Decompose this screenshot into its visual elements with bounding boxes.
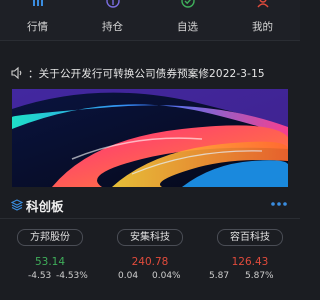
banner-image[interactable] <box>12 89 288 187</box>
stock-price: 240.78 <box>131 256 169 268</box>
nav-label-favorites: 自选 <box>177 21 198 33</box>
nav-item-position[interactable]: 持仓 <box>75 0 150 40</box>
top-nav: 行情 持仓 自选 我的 <box>0 0 300 41</box>
stock-change-pct: 0.04% <box>152 271 181 281</box>
app-screen: 行情 持仓 自选 我的 ：关于公开发行可转换公司债券预案修2022-3-15 科… <box>0 0 300 300</box>
stock-card[interactable]: 安集科技 240.78 0.04 0.04% <box>100 226 200 300</box>
nav-item-market[interactable]: 行情 <box>0 0 75 40</box>
stock-change-pct: -4.53% <box>56 271 88 281</box>
star-market-section-header: 科创板 <box>0 195 300 217</box>
nav-item-favorites[interactable]: 自选 <box>150 0 225 40</box>
notice-bar[interactable]: ：关于公开发行可转换公司债券预案修2022-3-15 <box>0 62 300 84</box>
nav-label-position: 持仓 <box>102 21 123 33</box>
notice-text: ：关于公开发行可转换公司债券预案修2022-3-15 <box>28 68 265 80</box>
favorite-check-icon <box>180 0 195 8</box>
stock-card[interactable]: 方邦股份 53.14 -4.53 -4.53% <box>0 226 100 300</box>
speaker-icon <box>11 66 22 80</box>
stock-change-pct: 5.87% <box>245 271 274 281</box>
stock-name: 容百科技 <box>217 229 283 246</box>
wave-artwork <box>12 89 288 187</box>
stock-change: 5.87 <box>209 271 230 281</box>
stock-price: 53.14 <box>34 256 66 268</box>
stock-name: 安集科技 <box>117 229 183 246</box>
nav-label-profile: 我的 <box>252 21 273 33</box>
nav-label-market: 行情 <box>27 21 48 33</box>
stock-change: -4.53 <box>28 271 52 281</box>
section-title: 科创板 <box>26 199 64 214</box>
layers-icon <box>11 199 23 211</box>
section-divider <box>0 218 300 219</box>
more-dots-icon[interactable] <box>270 199 288 209</box>
stock-name: 方邦股份 <box>17 229 83 246</box>
profile-icon <box>256 0 269 8</box>
nav-item-profile[interactable]: 我的 <box>225 0 300 40</box>
stock-price: 126.43 <box>231 256 269 268</box>
stock-card[interactable]: 容百科技 126.43 5.87 5.87% <box>200 226 300 300</box>
position-icon <box>105 0 120 8</box>
chart-icon <box>32 0 43 6</box>
stock-change: 0.04 <box>118 271 139 281</box>
stock-list: 方邦股份 53.14 -4.53 -4.53% 安集科技 240.78 0.04… <box>0 226 300 300</box>
